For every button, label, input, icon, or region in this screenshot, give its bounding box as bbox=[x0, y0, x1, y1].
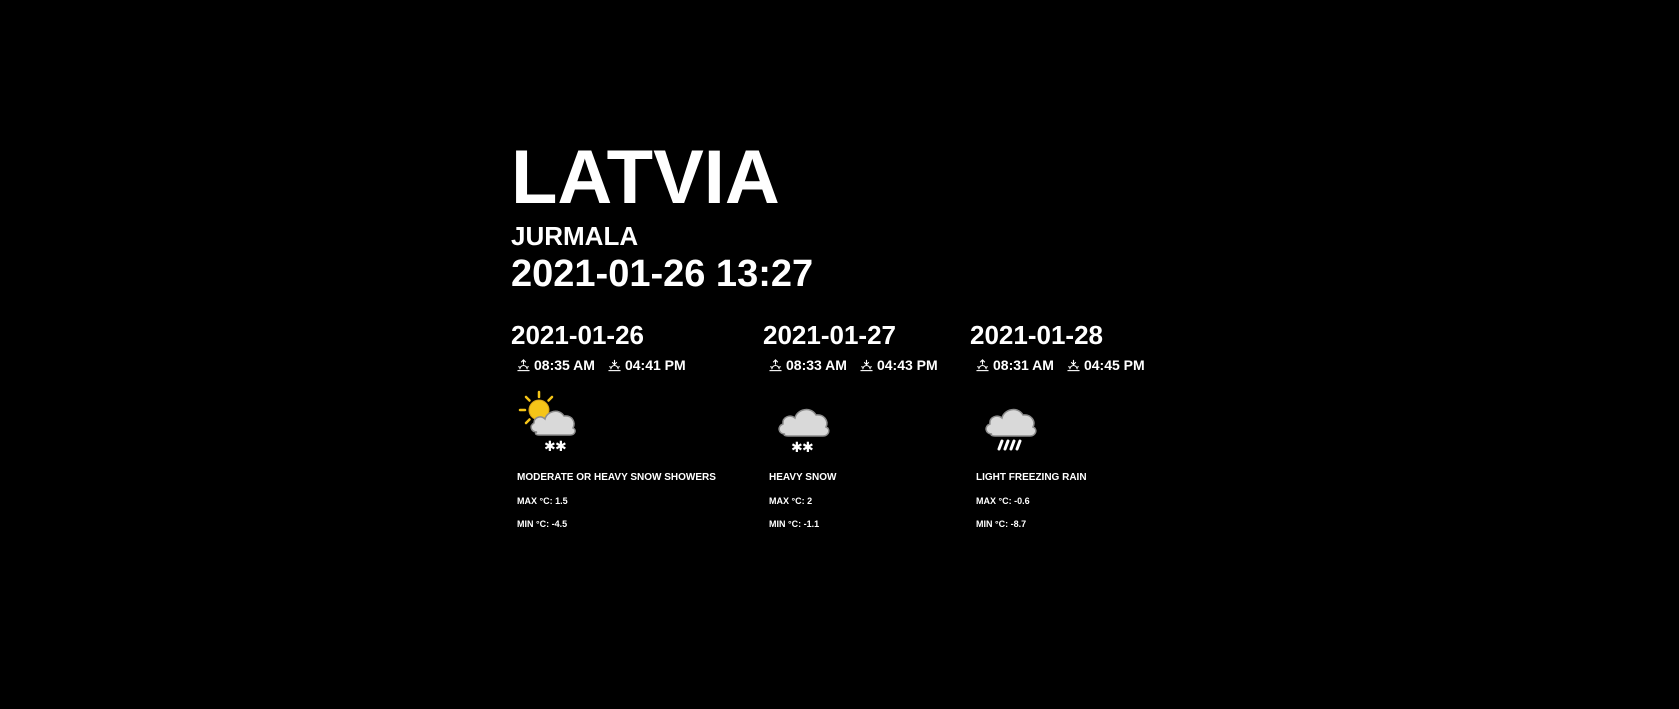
sunrise-icon bbox=[517, 358, 530, 371]
sunrise-time: 08:35 AM bbox=[534, 357, 595, 373]
sunset: 04:43 PM bbox=[860, 356, 938, 374]
max-temp: MAX °C: 1.5 bbox=[517, 496, 568, 506]
cloud-snow-icon: ✱ ✱ bbox=[778, 408, 830, 456]
sun-cloud-snow-icon: ✱ ✱ bbox=[518, 390, 576, 455]
svg-text:✱: ✱ bbox=[802, 440, 814, 456]
sun-times: 08:33 AM 04:43 PM bbox=[769, 356, 951, 374]
min-temp: MIN °C: -4.5 bbox=[517, 519, 568, 529]
sunset-icon bbox=[608, 359, 621, 371]
forecast-day: 2021-01-28 08:31 AM 04:45 PM LIGHT FREEZ… bbox=[970, 321, 1158, 530]
city-name: JURMALA bbox=[511, 221, 639, 251]
sunset-icon bbox=[1067, 359, 1080, 371]
country-title: LATVIA bbox=[511, 135, 780, 220]
forecast-day: 2021-01-26 08:35 AM 04:41 PM ✱ ✱ MODERAT… bbox=[511, 321, 716, 530]
sunset: 04:41 PM bbox=[608, 356, 686, 374]
condition-text: LIGHT FREEZING RAIN bbox=[976, 472, 1087, 483]
svg-text:✱: ✱ bbox=[555, 439, 567, 455]
sunset-time: 04:41 PM bbox=[624, 357, 686, 373]
sunset-time: 04:45 PM bbox=[1083, 357, 1145, 373]
svg-text:✱: ✱ bbox=[791, 440, 803, 456]
sunrise: 08:35 AM bbox=[517, 356, 595, 374]
sunrise-time: 08:33 AM bbox=[786, 357, 847, 373]
sunset-icon bbox=[860, 359, 873, 371]
max-temp: MAX °C: 2 bbox=[769, 496, 813, 506]
weather-page: LATVIA JURMALA 2021-01-26 13:27 2021-01-… bbox=[511, 135, 1145, 551]
current-datetime: 2021-01-26 13:27 bbox=[511, 253, 814, 295]
forecast-date: 2021-01-27 bbox=[763, 320, 896, 350]
forecast-day: 2021-01-27 08:33 AM 04:43 PM ✱ ✱ HEAVY S… bbox=[763, 321, 951, 530]
forecast-date: 2021-01-26 bbox=[511, 320, 644, 350]
sunset: 04:45 PM bbox=[1067, 356, 1145, 374]
forecast-date: 2021-01-28 bbox=[970, 320, 1103, 350]
sunset-time: 04:43 PM bbox=[876, 357, 938, 373]
min-temp: MIN °C: -1.1 bbox=[769, 519, 820, 529]
sun-times: 08:35 AM 04:41 PM bbox=[517, 356, 716, 374]
condition-text: MODERATE OR HEAVY SNOW SHOWERS bbox=[517, 472, 716, 483]
sunrise-icon bbox=[976, 358, 989, 371]
forecast-list: 2021-01-26 08:35 AM 04:41 PM ✱ ✱ MODERAT… bbox=[511, 321, 1145, 551]
sunrise-icon bbox=[769, 358, 782, 371]
svg-text:✱: ✱ bbox=[544, 439, 556, 455]
sun-times: 08:31 AM 04:45 PM bbox=[976, 356, 1158, 374]
sunrise: 08:31 AM bbox=[976, 356, 1054, 374]
sunrise: 08:33 AM bbox=[769, 356, 847, 374]
sunrise-time: 08:31 AM bbox=[993, 357, 1054, 373]
cloud-freezing-rain-icon bbox=[985, 408, 1037, 451]
max-temp: MAX °C: -0.6 bbox=[976, 496, 1030, 506]
min-temp: MIN °C: -8.7 bbox=[976, 519, 1027, 529]
condition-text: HEAVY SNOW bbox=[769, 472, 837, 483]
